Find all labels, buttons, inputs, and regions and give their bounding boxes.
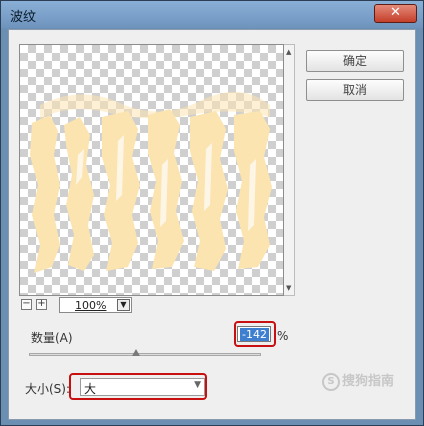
dialog-title: 波纹	[10, 10, 37, 25]
close-icon: ✕	[390, 5, 401, 20]
close-button[interactable]: ✕	[374, 4, 417, 23]
amount-label: 数量(A)	[31, 331, 73, 345]
dialog-body: ▲ ▼ − + 100% ▼ 确定 取消 数量(A) -142 % 大小(S):	[8, 29, 416, 420]
preview-scrollbar[interactable]: ▲ ▼	[284, 44, 295, 296]
chevron-down-icon[interactable]: ▼	[117, 299, 130, 311]
zoom-value: 100%	[75, 299, 107, 312]
zoom-in-button[interactable]: +	[36, 299, 47, 310]
chevron-down-icon[interactable]: ▼	[194, 380, 201, 390]
ripple-glyph-2	[64, 117, 94, 271]
scroll-up-icon[interactable]: ▲	[286, 48, 291, 56]
amount-slider[interactable]	[29, 349, 261, 356]
amount-value: -142	[240, 328, 269, 341]
ripple-dialog: 波纹 ✕ ▲ ▼ − + 100% ▼ 确定 取消 数量(A) -142 % 大…	[0, 0, 424, 426]
watermark-logo-icon: S	[322, 372, 340, 391]
zoom-out-button[interactable]: −	[21, 299, 32, 310]
size-label: 大小(S):	[25, 382, 71, 396]
slider-thumb[interactable]	[131, 349, 140, 356]
title-bar[interactable]: 波纹 ✕	[1, 1, 423, 28]
watermark-text: 搜狗指南	[342, 374, 395, 389]
preview-zoom-controls: − + 100% ▼	[19, 296, 295, 314]
size-select[interactable]: 大 ▼	[80, 378, 205, 396]
ok-button[interactable]: 确定	[306, 50, 404, 72]
minus-icon: −	[22, 298, 31, 309]
amount-input[interactable]: -142	[237, 326, 271, 342]
amount-unit: %	[277, 329, 289, 343]
plus-icon: +	[37, 298, 46, 309]
watermark: S 搜狗指南	[322, 370, 394, 391]
scroll-down-icon[interactable]: ▼	[286, 284, 291, 292]
cancel-button[interactable]: 取消	[306, 79, 404, 101]
ripple-glyph-1	[30, 115, 60, 273]
zoom-select[interactable]: 100% ▼	[59, 297, 132, 313]
filter-preview[interactable]	[19, 44, 284, 296]
size-selected-value: 大	[84, 382, 97, 396]
ripple-preview-image	[30, 91, 272, 273]
